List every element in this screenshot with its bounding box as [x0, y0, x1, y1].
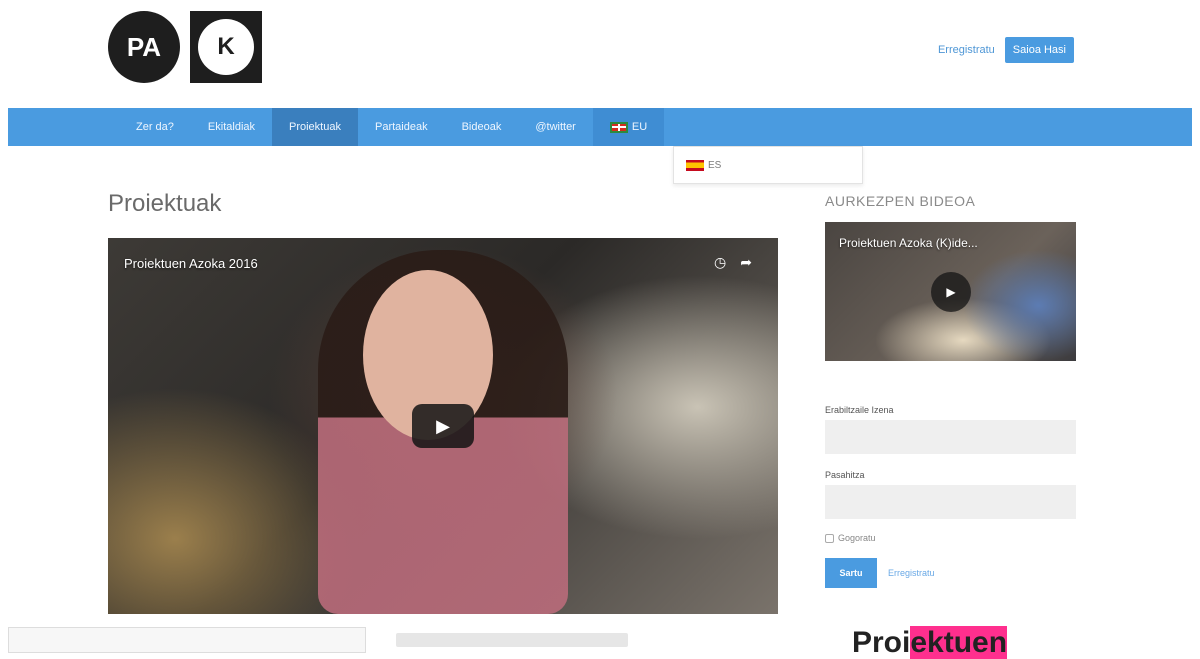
password-label: Pasahitza: [825, 470, 865, 480]
site-logo[interactable]: PA K: [108, 11, 262, 83]
nav-item-ekitaldiak[interactable]: Ekitaldiak: [191, 108, 272, 146]
remember-label: Gogoratu: [838, 533, 876, 543]
nav-item-zer-da[interactable]: Zer da?: [119, 108, 191, 146]
logo-k-circle: K: [198, 19, 254, 75]
play-icon: ▶: [946, 285, 956, 299]
main-navbar: Zer da? Ekitaldiak Proiektuak Partaideak…: [8, 108, 1192, 146]
logo-pa-circle: PA: [108, 11, 180, 83]
language-option-label: ES: [708, 159, 722, 171]
login-button[interactable]: Saioa Hasi: [1004, 37, 1074, 63]
sidebar-video-heading: AURKEZPEN BIDEOA: [825, 193, 976, 209]
page-title: Proiektuak: [108, 190, 222, 217]
nav-item-partaideak[interactable]: Partaideak: [358, 108, 445, 146]
spanish-flag-icon: [686, 159, 704, 171]
video-top-controls: ◷ ➦: [714, 254, 752, 271]
nav-item-proiektuak[interactable]: Proiektuak: [272, 108, 358, 146]
remember-checkbox[interactable]: [825, 533, 834, 543]
nav-items: Zer da? Ekitaldiak Proiektuak Partaideak…: [119, 108, 665, 146]
language-option-es[interactable]: ES: [686, 159, 722, 171]
username-input[interactable]: [825, 420, 1076, 454]
login-submit-button[interactable]: Sartu: [825, 558, 877, 588]
sidebar-register-link[interactable]: Erregistratu: [888, 568, 935, 578]
language-current-label: EU: [631, 121, 648, 133]
play-icon: ▶: [436, 415, 450, 436]
sidebar-play-button[interactable]: ▶: [931, 272, 971, 312]
logo-k-square: K: [190, 11, 262, 83]
bottom-content-box: [8, 627, 366, 653]
remember-me[interactable]: Gogoratu: [825, 533, 876, 543]
header-register-link[interactable]: Erregistratu: [938, 44, 995, 56]
video-play-button[interactable]: ▶: [412, 404, 474, 448]
nav-item-twitter[interactable]: @twitter: [518, 108, 593, 146]
bottom-banner[interactable]: Proiektuen: [852, 626, 1008, 659]
nav-item-bideoak[interactable]: Bideoak: [445, 108, 519, 146]
bottom-heading-placeholder: [396, 633, 628, 647]
header-actions: Erregistratu Saioa Hasi: [938, 37, 1074, 63]
language-switcher[interactable]: EU: [592, 108, 665, 146]
sidebar-video-title[interactable]: Proiektuen Azoka (K)ide...: [839, 236, 978, 250]
username-label: Erabiltzaile Izena: [825, 405, 894, 415]
watch-later-icon[interactable]: ◷: [714, 254, 726, 271]
video-title[interactable]: Proiektuen Azoka 2016: [124, 256, 258, 271]
bottom-banner-text: Proi: [852, 626, 911, 659]
basque-flag-icon: [609, 121, 628, 133]
share-icon[interactable]: ➦: [740, 254, 752, 271]
main-video-player[interactable]: Proiektuen Azoka 2016 ◷ ➦ ▶: [108, 238, 778, 614]
sidebar-video-thumbnail[interactable]: Proiektuen Azoka (K)ide... ▶: [825, 222, 1076, 361]
language-dropdown: ES: [673, 146, 863, 184]
password-input[interactable]: [825, 485, 1076, 519]
bottom-banner-highlight: ektuen: [910, 626, 1008, 659]
